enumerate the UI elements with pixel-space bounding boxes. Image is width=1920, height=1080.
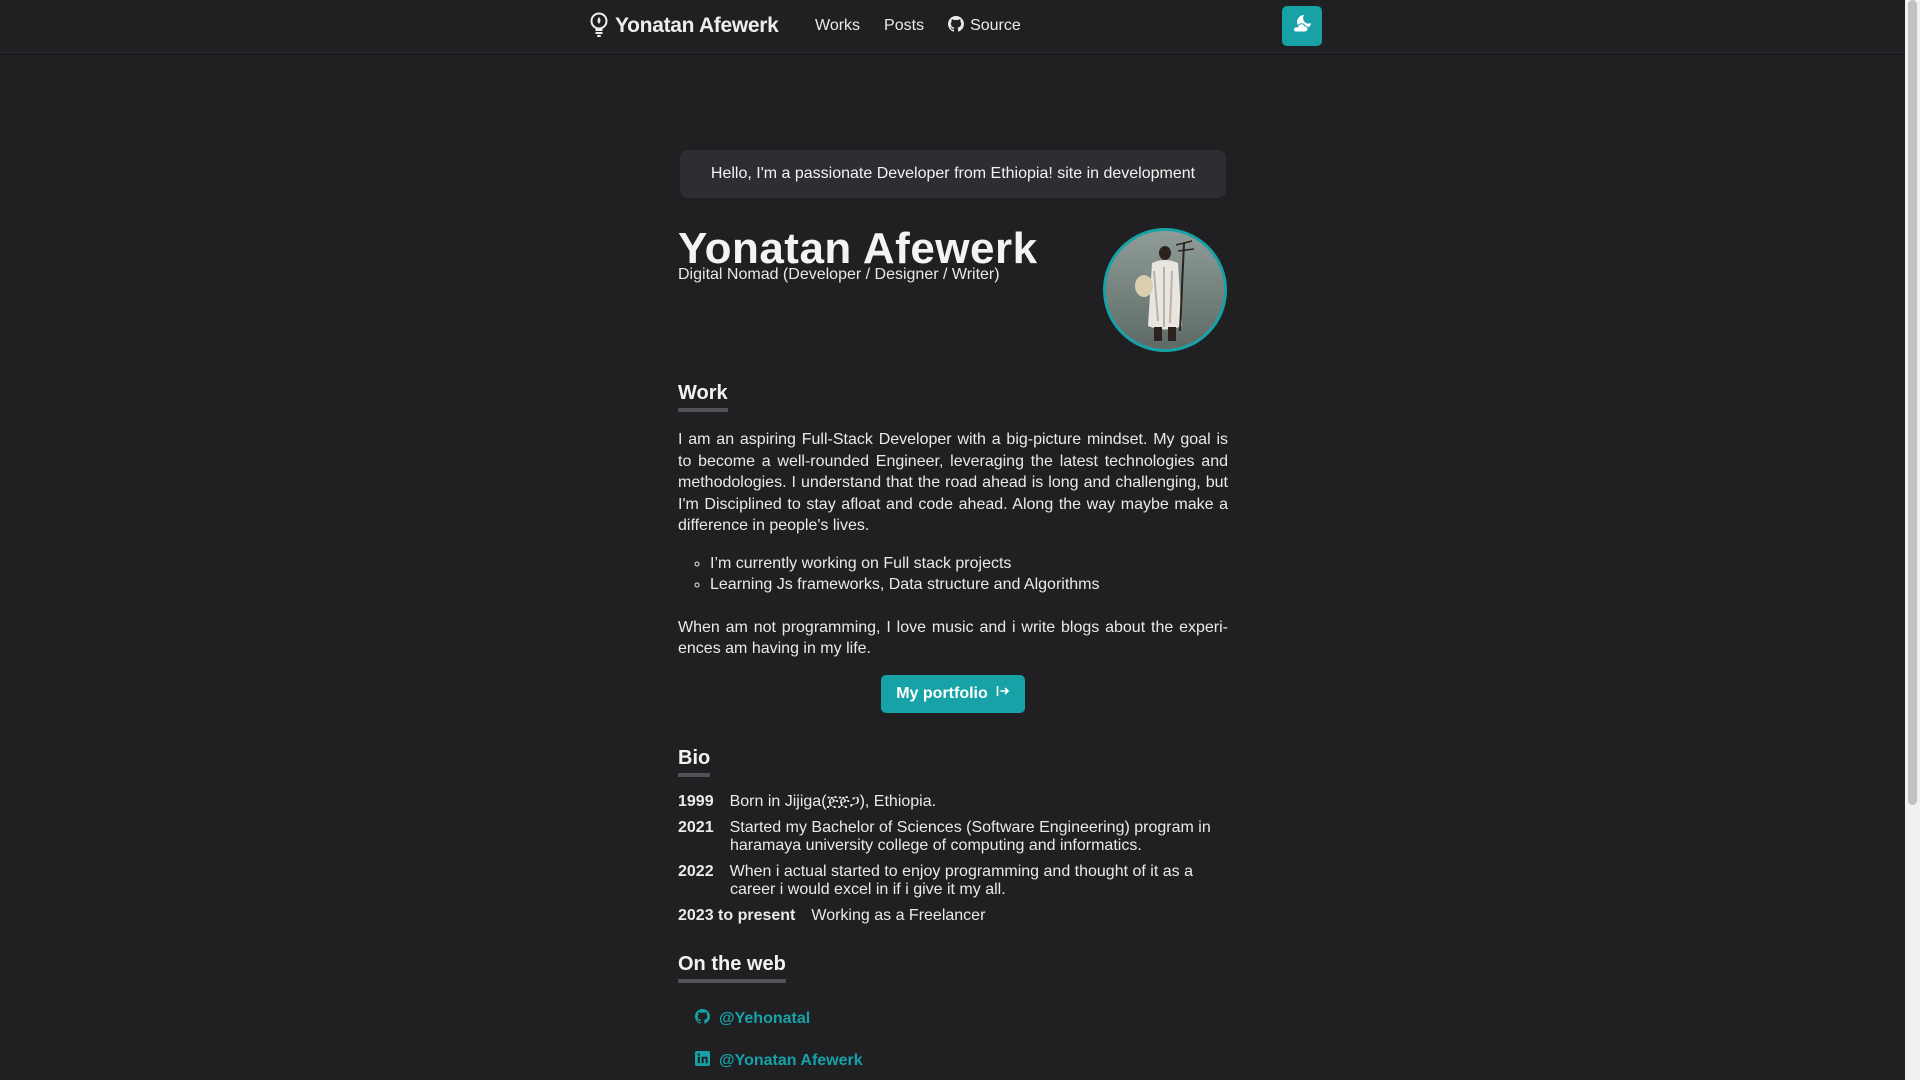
github-icon: [948, 15, 970, 37]
logo-text: Yonatan Afewerk: [615, 14, 779, 37]
bio-row: 2023 to present Working as a Freelancer: [678, 907, 1228, 925]
list-item: I’m currently working on Full stack proj…: [710, 553, 1228, 574]
linkedin-icon: [695, 1050, 719, 1071]
portfolio-button-label: My portfolio: [896, 684, 988, 702]
github-profile-link[interactable]: @Yehonatal: [695, 1008, 1228, 1029]
avatar: [1103, 228, 1227, 352]
github-icon: [695, 1008, 719, 1029]
page-scrollbar[interactable]: [1905, 0, 1920, 1080]
linkedin-handle: @Yonatan Afewerk: [719, 1051, 863, 1069]
bio-text: When i actual started to enjoy programmi…: [729, 862, 1193, 898]
bio-year: 2023 to present: [678, 906, 796, 924]
moon-cloud-icon: [1291, 13, 1313, 40]
profile-subtitle: Digital Nomad (Developer / Designer / Wr…: [678, 266, 1000, 283]
work-paragraph-2: When am not programming, I love music an…: [678, 618, 1228, 658]
nav-source-label: Source: [970, 17, 1021, 34]
hello-text: Hello, I'm a passionate Developer from E…: [710, 165, 1196, 182]
lightbulb-icon: [589, 12, 609, 40]
my-portfolio-button[interactable]: My portfolio: [881, 674, 1025, 713]
bio-row: 2022 When i actual started to enjoy progr…: [678, 863, 1228, 899]
bio-text: Started my Bachelor of Sciences (Softwar…: [729, 818, 1211, 854]
bio-year: 1999: [678, 792, 714, 810]
portfolio-wrap: My portfolio: [678, 674, 1228, 713]
profile-header: Yonatan Afewerk Digital Nomad (Developer…: [678, 224, 1228, 360]
work-heading: Work: [678, 382, 728, 412]
bio-list: 1999 Born in Jijiga(ጅጅጋ), Ethiopia. 2021 S…: [678, 793, 1228, 925]
bio-row: 2021 Started my Bachelor of Sciences (Sof…: [678, 819, 1228, 855]
bio-text: Born in Jijiga(ጅጅጋ), Ethiopia.: [729, 792, 937, 810]
on-the-web-heading: On the web: [678, 953, 786, 983]
nav-works-link[interactable]: Works: [806, 9, 869, 43]
bio-year: 2021: [678, 818, 714, 836]
theme-toggle-button[interactable]: [1282, 6, 1322, 46]
nav-posts-label: Posts: [884, 17, 925, 34]
nav-source-link[interactable]: Source: [939, 8, 1030, 45]
logo-link[interactable]: Yonatan Afewerk: [589, 12, 779, 40]
nav-works-label: Works: [815, 17, 861, 34]
hello-banner: Hello, I'm a passionate Developer from E…: [680, 150, 1226, 198]
github-handle: @Yehonatal: [719, 1009, 811, 1027]
bio-year: 2022: [678, 862, 714, 880]
work-bullet-list: I’m currently working on Full stack proj…: [678, 553, 1228, 595]
bio-row: 1999 Born in Jijiga(ጅጅጋ), Ethiopia.: [678, 793, 1228, 811]
nav-links: Works Posts Source: [806, 0, 1036, 52]
navbar: Yonatan Afewerk Works Posts Source: [0, 0, 1905, 53]
list-item: Learning Js frameworks, Data structure a…: [710, 574, 1228, 595]
linkedin-profile-link[interactable]: @Yonatan Afewerk: [695, 1050, 1228, 1071]
scrollbar-thumb[interactable]: [1908, 0, 1917, 805]
nav-posts-link[interactable]: Posts: [875, 9, 933, 43]
bio-heading: Bio: [678, 747, 711, 777]
main-content: Hello, I'm a passionate Developer from E…: [678, 150, 1228, 1071]
work-paragraph: I am an aspiring Full-Stack Developer wi…: [678, 431, 1228, 534]
arrow-right-icon: [988, 684, 1010, 703]
page: Yonatan Afewerk Works Posts Source Hello…: [0, 0, 1905, 1080]
bio-text: Working as a Freelancer: [811, 906, 986, 924]
